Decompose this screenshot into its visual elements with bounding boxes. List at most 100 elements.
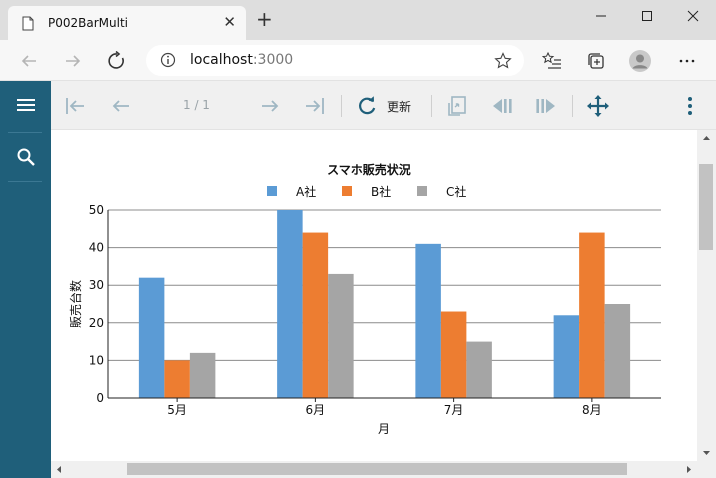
step-forward-icon xyxy=(536,99,555,113)
collections-icon xyxy=(588,53,604,69)
address-bar: localhost:3000 xyxy=(0,40,716,81)
toolbar-divider xyxy=(431,95,432,117)
back-button[interactable] xyxy=(16,48,42,74)
info-icon[interactable] xyxy=(160,52,176,68)
scrollbar-corner xyxy=(697,461,716,478)
reload-icon xyxy=(108,51,124,69)
last-page-button[interactable] xyxy=(302,93,328,119)
scroll-down-icon[interactable] xyxy=(697,447,716,459)
x-tick-labels: 5月 6月 7月 8月 xyxy=(167,403,601,417)
legend-swatch xyxy=(417,186,427,196)
bar-A社-7月 xyxy=(415,243,441,398)
url-field[interactable]: localhost:3000 xyxy=(146,45,524,76)
x-axis-label: 月 xyxy=(378,422,390,436)
x-tick-label: 6月 xyxy=(306,403,326,417)
y-tick-label: 50 xyxy=(89,203,104,217)
export-button[interactable] xyxy=(444,93,470,119)
browser-titlebar: P002BarMulti ✕ + xyxy=(0,0,716,40)
sidebar-divider xyxy=(8,181,42,182)
favorite-star-icon[interactable] xyxy=(494,52,512,70)
y-tick-labels: 0 10 20 30 40 50 xyxy=(89,203,104,405)
scroll-left-icon[interactable] xyxy=(53,461,65,478)
browser-tab[interactable]: P002BarMulti ✕ xyxy=(8,6,246,40)
url-host: localhost xyxy=(190,52,253,68)
refresh-icon xyxy=(359,96,376,115)
viewer-toolbar: 1 / 1 更新 xyxy=(51,81,716,130)
bar-C社-8月 xyxy=(604,304,631,398)
next-page-button[interactable] xyxy=(257,93,283,119)
tab-title: P002BarMulti xyxy=(48,16,128,30)
export-icon xyxy=(448,96,466,116)
forward-arrow-icon xyxy=(66,55,81,67)
toolbar-divider xyxy=(572,95,573,117)
x-tick-label: 7月 xyxy=(444,403,464,417)
chart-title: スマホ販売状況 xyxy=(327,162,411,177)
bar-A社-8月 xyxy=(553,315,580,398)
y-tick-label: 30 xyxy=(89,278,104,292)
window-close-button[interactable] xyxy=(670,0,716,32)
y-tick-label: 20 xyxy=(89,316,104,330)
prev-page-icon xyxy=(112,100,129,112)
tab-close-icon[interactable]: ✕ xyxy=(223,13,236,31)
first-page-icon xyxy=(66,98,84,114)
chart-legend: A社 B社 C社 xyxy=(267,184,466,199)
legend-label: C社 xyxy=(446,184,466,199)
report-viewport: スマホ販売状況 A社 B社 C社 0 10 20 30 40 50 5月 6月 7月 8月 月 販売… xyxy=(51,130,697,461)
bar-C社-6月 xyxy=(328,273,354,398)
bar-A社-6月 xyxy=(277,210,303,398)
minimize-button[interactable] xyxy=(578,0,624,32)
more-options-button[interactable] xyxy=(677,93,703,119)
page-indicator: 1 / 1 xyxy=(183,98,210,112)
menu-button[interactable] xyxy=(0,81,51,129)
move-button[interactable] xyxy=(585,93,611,119)
chart-bars xyxy=(138,210,631,398)
y-tick-label: 0 xyxy=(96,391,104,405)
step-forward-button[interactable] xyxy=(533,93,559,119)
refresh-label[interactable]: 更新 xyxy=(387,98,411,115)
step-back-button[interactable] xyxy=(489,93,515,119)
legend-label: B社 xyxy=(371,184,391,199)
horizontal-scroll-thumb[interactable] xyxy=(127,463,627,475)
bar-B社-7月 xyxy=(440,311,467,398)
legend-swatch xyxy=(342,186,352,196)
legend-label: A社 xyxy=(296,184,316,199)
favorites-list-button[interactable] xyxy=(540,49,564,73)
browser-menu-button[interactable] xyxy=(675,49,699,73)
url-text: localhost:3000 xyxy=(190,52,293,68)
favorites-list-icon xyxy=(542,51,561,69)
maximize-button[interactable] xyxy=(624,0,670,32)
bar-C社-7月 xyxy=(466,341,492,398)
bar-B社-8月 xyxy=(579,232,605,398)
bar-chart: スマホ販売状況 A社 B社 C社 0 10 20 30 40 50 5月 6月 7月 8月 月 販売… xyxy=(68,162,661,436)
bar-A社-5月 xyxy=(138,277,165,398)
prev-page-button[interactable] xyxy=(108,93,134,119)
collections-button[interactable] xyxy=(584,49,608,73)
bar-B社-6月 xyxy=(302,232,329,398)
first-page-button[interactable] xyxy=(62,93,88,119)
reload-button[interactable] xyxy=(104,48,130,74)
maximize-icon xyxy=(642,11,652,21)
page-icon xyxy=(22,16,34,31)
url-port: :3000 xyxy=(252,52,294,68)
back-arrow-icon xyxy=(21,55,36,67)
profile-button[interactable] xyxy=(628,49,652,73)
minimize-icon xyxy=(596,15,606,17)
new-tab-icon[interactable]: + xyxy=(256,9,273,29)
vertical-scroll-thumb[interactable] xyxy=(699,164,713,250)
last-page-icon xyxy=(306,98,324,114)
scroll-right-icon[interactable] xyxy=(683,461,695,478)
forward-button[interactable] xyxy=(60,48,86,74)
y-tick-label: 40 xyxy=(89,241,104,255)
more-vert-icon xyxy=(688,97,692,115)
close-icon xyxy=(687,10,699,22)
menu-icon xyxy=(16,99,35,111)
horizontal-scrollbar[interactable] xyxy=(51,461,697,478)
next-page-icon xyxy=(262,100,279,112)
search-icon xyxy=(17,148,35,166)
scroll-up-icon[interactable] xyxy=(697,132,716,144)
search-button[interactable] xyxy=(0,133,51,181)
avatar-icon xyxy=(629,50,651,72)
vertical-scrollbar[interactable] xyxy=(697,130,716,461)
refresh-button[interactable] xyxy=(354,93,380,119)
bar-C社-5月 xyxy=(189,352,216,398)
